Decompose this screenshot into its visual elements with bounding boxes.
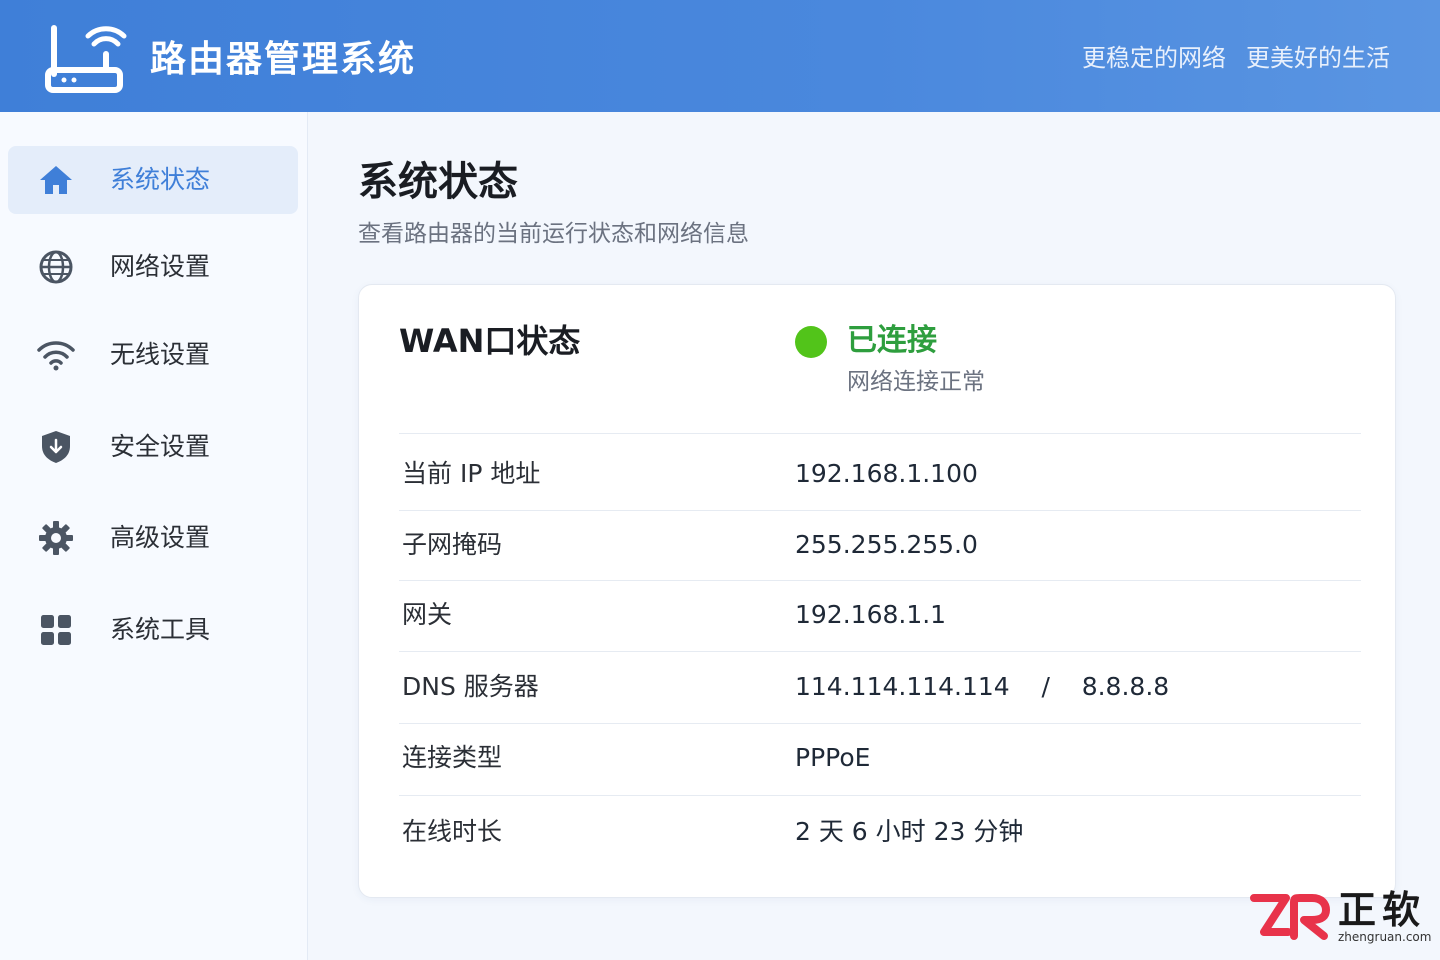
app-title: 路由器管理系统 bbox=[150, 39, 417, 80]
sidebar-item-label: 高级设置 bbox=[110, 523, 211, 552]
sidebar-item-label: 无线设置 bbox=[110, 340, 211, 369]
watermark-url: zhengruan.com bbox=[1338, 930, 1432, 944]
shield-icon bbox=[36, 427, 76, 467]
table-row: 在线时长 2 天 6 小时 23 分钟 bbox=[399, 795, 1361, 869]
sidebar-item-network-settings[interactable]: 网络设置 bbox=[8, 233, 298, 301]
wan-info-table: 当前 IP 地址 192.168.1.100 子网掩码 255.255.255.… bbox=[399, 433, 1361, 869]
sidebar-item-label: 系统工具 bbox=[110, 615, 211, 644]
page-subtitle: 查看路由器的当前运行状态和网络信息 bbox=[358, 221, 749, 247]
row-label-uptime: 在线时长 bbox=[402, 817, 503, 846]
row-value-subnet: 255.255.255.0 bbox=[795, 530, 978, 559]
row-value-connection-type: PPPoE bbox=[795, 743, 871, 772]
watermark-text: 正软 bbox=[1338, 888, 1427, 932]
row-label-gateway: 网关 bbox=[402, 600, 453, 629]
sidebar-item-system-status[interactable]: 系统状态 bbox=[8, 146, 298, 214]
row-value-gateway: 192.168.1.1 bbox=[795, 600, 947, 629]
gear-icon bbox=[36, 518, 76, 558]
sidebar-item-label: 系统状态 bbox=[110, 165, 211, 194]
row-label-ip: 当前 IP 地址 bbox=[402, 459, 541, 488]
table-row: 当前 IP 地址 192.168.1.100 bbox=[399, 433, 1361, 510]
table-row: 网关 192.168.1.1 bbox=[399, 580, 1361, 651]
table-row: 子网掩码 255.255.255.0 bbox=[399, 510, 1361, 580]
row-label-subnet: 子网掩码 bbox=[402, 530, 503, 559]
wan-status-card: WAN口状态 已连接 网络连接正常 当前 IP 地址 192.168.1.100… bbox=[358, 284, 1396, 898]
row-label-connection-type: 连接类型 bbox=[402, 743, 503, 772]
row-label-dns: DNS 服务器 bbox=[402, 672, 539, 701]
status-indicator-dot bbox=[795, 326, 827, 358]
home-icon bbox=[36, 160, 76, 200]
sidebar-item-advanced-settings[interactable]: 高级设置 bbox=[8, 504, 298, 572]
table-row: DNS 服务器 114.114.114.114 / 8.8.8.8 bbox=[399, 651, 1361, 723]
connection-status: 已连接 bbox=[847, 323, 937, 358]
globe-icon bbox=[36, 247, 76, 287]
router-logo-icon bbox=[45, 25, 127, 93]
sidebar-item-system-tools[interactable]: 系统工具 bbox=[8, 596, 298, 664]
sidebar-item-label: 安全设置 bbox=[110, 432, 211, 461]
header-slogan: 更稳定的网络 更美好的生活 bbox=[1082, 42, 1390, 74]
slogan-part-1: 更稳定的网络 bbox=[1082, 44, 1226, 72]
grid-icon bbox=[36, 610, 76, 650]
zr-logo-icon bbox=[1250, 894, 1330, 940]
connection-status-description: 网络连接正常 bbox=[847, 369, 985, 395]
page-title: 系统状态 bbox=[358, 159, 518, 205]
slogan-part-2: 更美好的生活 bbox=[1246, 44, 1390, 72]
sidebar-item-label: 网络设置 bbox=[110, 252, 211, 281]
row-value-uptime: 2 天 6 小时 23 分钟 bbox=[795, 817, 1024, 846]
row-value-dns: 114.114.114.114 / 8.8.8.8 bbox=[795, 672, 1170, 701]
watermark-logo: 正软 zhengruan.com bbox=[1250, 888, 1431, 948]
row-value-ip: 192.168.1.100 bbox=[795, 459, 978, 488]
app-header: 路由器管理系统 更稳定的网络 更美好的生活 bbox=[0, 0, 1440, 112]
sidebar-item-wireless-settings[interactable]: 无线设置 bbox=[8, 321, 298, 389]
table-row: 连接类型 PPPoE bbox=[399, 723, 1361, 795]
wan-card-title: WAN口状态 bbox=[399, 322, 581, 360]
sidebar: 系统状态 网络设置 无线设置 安全设置 高级设置 系统工具 bbox=[0, 112, 308, 960]
sidebar-item-security-settings[interactable]: 安全设置 bbox=[8, 413, 298, 481]
wifi-icon bbox=[36, 335, 76, 375]
